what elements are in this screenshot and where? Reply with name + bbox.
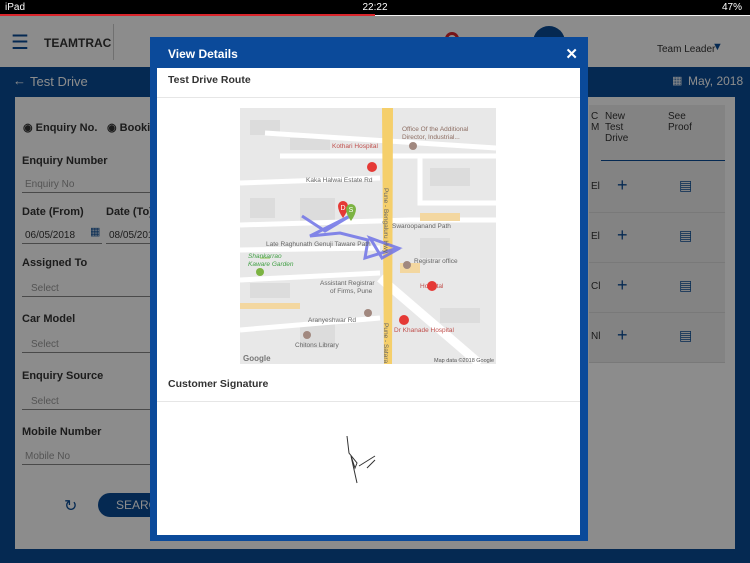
svg-text:Dr Khanade Hospital: Dr Khanade Hospital [394,327,455,334]
view-details-modal: View Details ✕ Test Drive Route D S Offi… [150,37,588,541]
svg-text:Google: Google [243,354,271,363]
signature-title: Customer Signature [168,378,269,390]
svg-text:Office Of the Additional: Office Of the Additional [402,126,469,133]
svg-text:Swaroopanand Path: Swaroopanand Path [392,223,451,230]
svg-text:D: D [340,205,345,212]
svg-text:Kothari Hospital: Kothari Hospital [332,143,378,150]
svg-text:Registrar office: Registrar office [414,258,458,265]
svg-text:Pune - Satara: Pune - Satara [382,323,389,363]
modal-body: Test Drive Route D S Office Of the Addit… [157,68,580,535]
svg-text:Map data ©2018 Google: Map data ©2018 Google [434,357,494,364]
clock: 22:22 [362,2,388,13]
svg-text:Late Raghunath Genuji Taware P: Late Raghunath Genuji Taware Path [266,241,371,248]
close-icon[interactable]: ✕ [565,45,578,63]
svg-text:S: S [349,207,354,214]
svg-text:of Firms, Pune: of Firms, Pune [330,288,373,295]
route-title: Test Drive Route [168,74,251,86]
modal-title: View Details [168,47,238,61]
route-map[interactable]: D S Office Of the Additional Director, I… [240,108,496,364]
svg-text:Director, Industrial...: Director, Industrial... [402,134,460,141]
battery: 47% [721,2,742,13]
svg-text:Chitons Library: Chitons Library [295,342,339,349]
svg-text:Kaware Garden: Kaware Garden [248,261,294,268]
divider [157,97,580,98]
divider [157,401,580,402]
svg-text:Kaka Halwai Estate Rd: Kaka Halwai Estate Rd [306,177,373,184]
svg-text:Assistant Registrar: Assistant Registrar [320,280,375,287]
svg-text:Aranyeshwar Rd: Aranyeshwar Rd [308,317,356,324]
svg-text:Shankarrao: Shankarrao [248,253,282,260]
svg-text:Pune - Bengaluru Hwy: Pune - Bengaluru Hwy [382,188,389,254]
customer-signature [346,435,376,484]
status-bar: iPad 22:22 47% [0,0,750,15]
